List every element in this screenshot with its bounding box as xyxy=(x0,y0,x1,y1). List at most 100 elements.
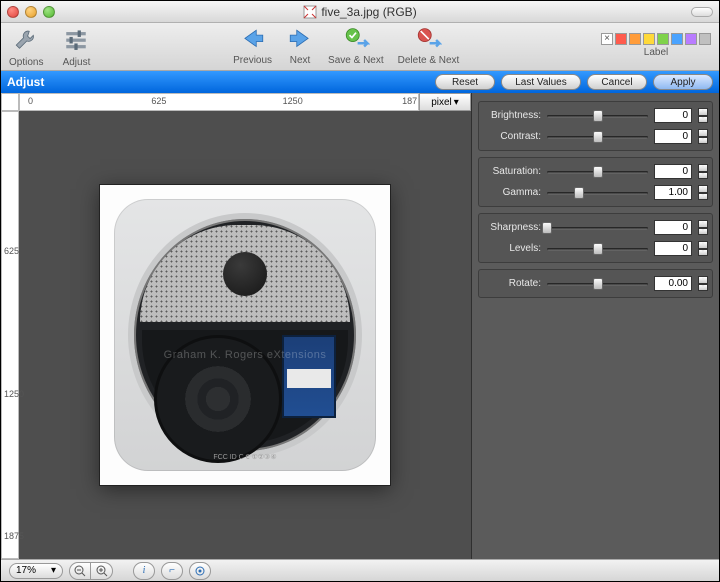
label-swatch-6[interactable] xyxy=(699,33,711,45)
slider-track[interactable] xyxy=(547,221,648,235)
slider-row: Levels: 0 ▴▾ xyxy=(483,241,708,256)
stepper[interactable]: ▴▾ xyxy=(698,164,708,179)
info-button[interactable]: i xyxy=(133,562,155,580)
save-next-button[interactable]: Save & Next xyxy=(328,27,384,66)
reset-button[interactable]: Reset xyxy=(435,74,495,90)
nope-arrow-icon xyxy=(414,27,442,53)
window-titlebar: five_3a.jpg (RGB) xyxy=(1,1,719,23)
slider-group: Sharpness:0▴▾Levels:0▴▾ xyxy=(478,213,713,263)
step-up-icon[interactable]: ▴ xyxy=(698,164,708,172)
chevron-down-icon: ▾ xyxy=(454,97,459,108)
slider-row: Sharpness: 0 ▴▾ xyxy=(483,220,708,235)
target-button[interactable] xyxy=(189,562,211,580)
slider-value-input[interactable]: 0 xyxy=(654,220,692,235)
file-icon xyxy=(303,5,317,19)
slider-track[interactable] xyxy=(547,130,648,144)
zoom-in-icon xyxy=(96,565,108,577)
step-up-icon[interactable]: ▴ xyxy=(698,129,708,137)
step-down-icon[interactable]: ▾ xyxy=(698,137,708,145)
step-up-icon[interactable]: ▴ xyxy=(698,185,708,193)
slider-thumb[interactable] xyxy=(593,243,603,255)
slider-thumb[interactable] xyxy=(542,222,552,234)
slider-track[interactable] xyxy=(547,242,648,256)
adjust-button[interactable]: Adjust xyxy=(61,27,91,68)
label-swatch-0[interactable] xyxy=(615,33,627,45)
slider-value-input[interactable]: 0 xyxy=(654,108,692,123)
slider-value-input[interactable]: 1.00 xyxy=(654,185,692,200)
slider-track[interactable] xyxy=(547,186,648,200)
adjust-label: Adjust xyxy=(63,57,91,68)
label-swatch-1[interactable] xyxy=(629,33,641,45)
slider-label: Levels: xyxy=(483,243,541,254)
previous-button[interactable]: Previous xyxy=(233,27,272,66)
slider-value-input[interactable]: 0.00 xyxy=(654,276,692,291)
slider-thumb[interactable] xyxy=(593,278,603,290)
stepper[interactable]: ▴▾ xyxy=(698,220,708,235)
stepper[interactable]: ▴▾ xyxy=(698,129,708,144)
cancel-button[interactable]: Cancel xyxy=(587,74,647,90)
zoom-in-button[interactable] xyxy=(91,562,113,580)
stepper[interactable]: ▴▾ xyxy=(698,185,708,200)
slider-group: Saturation:0▴▾Gamma:1.00▴▾ xyxy=(478,157,713,207)
status-bar: 17%▾ i ⌐ xyxy=(1,559,719,581)
stepper[interactable]: ▴▾ xyxy=(698,276,708,291)
zoom-out-icon xyxy=(74,565,86,577)
slider-label: Brightness: xyxy=(483,110,541,121)
label-swatch-5[interactable] xyxy=(685,33,697,45)
adjust-title: Adjust xyxy=(7,75,44,89)
slider-label: Sharpness: xyxy=(483,222,541,233)
arrow-left-icon xyxy=(239,27,267,53)
zoom-select[interactable]: 17%▾ xyxy=(9,563,63,579)
horizontal-ruler: 0 625 1250 187 xyxy=(19,93,419,111)
ruler-unit-select[interactable]: pixel▾ xyxy=(419,93,471,111)
target-icon xyxy=(195,566,205,576)
stepper[interactable]: ▴▾ xyxy=(698,108,708,123)
label-swatches: × Label xyxy=(601,27,711,58)
slider-row: Rotate:0.00▴▾ xyxy=(483,276,708,291)
slider-track[interactable] xyxy=(547,165,648,179)
slider-row: Contrast:0▴▾ xyxy=(483,129,708,144)
step-down-icon[interactable]: ▾ xyxy=(698,193,708,201)
delete-next-button[interactable]: Delete & Next xyxy=(398,27,460,66)
step-up-icon[interactable]: ▴ xyxy=(698,276,708,284)
slider-track[interactable] xyxy=(547,109,648,123)
step-down-icon[interactable]: ▾ xyxy=(698,249,708,257)
options-button[interactable]: Options xyxy=(9,27,43,68)
slider-value-input[interactable]: 0 xyxy=(654,164,692,179)
slider-value-input[interactable]: 0 xyxy=(654,241,692,256)
apply-button[interactable]: Apply xyxy=(653,74,713,90)
watermark-text: Graham K. Rogers eXtensions xyxy=(114,349,376,361)
sliders-icon xyxy=(61,27,91,55)
stepper[interactable]: ▴▾ xyxy=(698,241,708,256)
step-up-icon[interactable]: ▴ xyxy=(698,241,708,249)
ruler-origin xyxy=(1,93,19,111)
label-swatch-4[interactable] xyxy=(671,33,683,45)
slider-thumb[interactable] xyxy=(574,187,584,199)
slider-value-input[interactable]: 0 xyxy=(654,129,692,144)
last-values-button[interactable]: Last Values xyxy=(501,74,581,90)
label-none-swatch[interactable]: × xyxy=(601,33,613,45)
step-down-icon[interactable]: ▾ xyxy=(698,172,708,180)
step-down-icon[interactable]: ▾ xyxy=(698,116,708,124)
slider-group: Rotate:0.00▴▾ xyxy=(478,269,713,298)
slider-thumb[interactable] xyxy=(593,131,603,143)
crop-guide-button[interactable]: ⌐ xyxy=(161,562,183,580)
slider-track[interactable] xyxy=(547,277,648,291)
slider-group: Brightness:0▴▾Contrast:0▴▾ xyxy=(478,101,713,151)
slider-label: Saturation: xyxy=(483,166,541,177)
step-up-icon[interactable]: ▴ xyxy=(698,220,708,228)
label-swatch-3[interactable] xyxy=(657,33,669,45)
window-title: five_3a.jpg (RGB) xyxy=(1,5,719,19)
next-button[interactable]: Next xyxy=(286,27,314,66)
step-down-icon[interactable]: ▾ xyxy=(698,284,708,292)
slider-row: Brightness: 0 ▴▾ xyxy=(483,108,708,123)
chevron-down-icon: ▾ xyxy=(51,565,56,576)
vertical-ruler: 625 1250 1875 xyxy=(1,111,19,559)
label-swatch-2[interactable] xyxy=(643,33,655,45)
zoom-out-button[interactable] xyxy=(69,562,91,580)
slider-thumb[interactable] xyxy=(593,110,603,122)
image-canvas[interactable]: Graham K. Rogers eXtensions FCC ID C € ①… xyxy=(19,111,471,559)
slider-thumb[interactable] xyxy=(593,166,603,178)
step-down-icon[interactable]: ▾ xyxy=(698,228,708,236)
step-up-icon[interactable]: ▴ xyxy=(698,108,708,116)
